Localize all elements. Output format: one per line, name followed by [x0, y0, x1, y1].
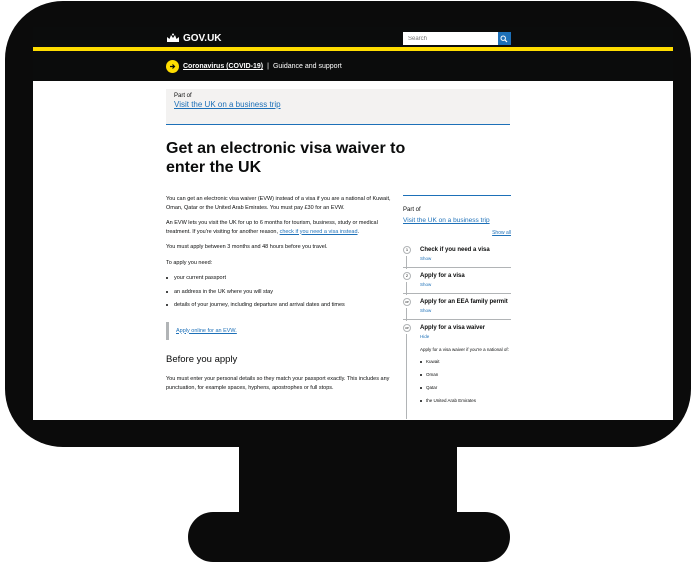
part-of-banner: Part of Visit the UK on a business trip	[166, 89, 510, 125]
step-connector	[406, 334, 407, 419]
nationality-list: Kuwait Oman Qatar the United Arab Emirat…	[420, 359, 511, 403]
govuk-logo[interactable]: GOV.UK	[166, 31, 222, 45]
section-heading: Before you apply	[166, 354, 238, 365]
check-visa-link[interactable]: check if you need a visa instead	[280, 229, 358, 235]
step-title[interactable]: Apply for an EEA family permit	[420, 298, 511, 306]
search-button[interactable]	[497, 32, 511, 45]
search-box	[403, 32, 511, 45]
timing-paragraph: You must apply between 3 months and 48 h…	[166, 244, 328, 250]
list-item: details of your journey, including depar…	[166, 301, 396, 310]
step-detail-text: Apply for a visa waiver if you're a nati…	[420, 347, 509, 352]
covid-link[interactable]: Coronavirus (COVID-19)	[183, 63, 263, 70]
requirements-intro: To apply you need:	[166, 259, 213, 266]
crown-icon	[167, 33, 179, 42]
section-paragraph: You must enter your personal details so …	[166, 376, 390, 391]
step-number: 1	[403, 246, 411, 254]
step-visa-waiver[interactable]: or Apply for a visa waiver Hide Apply fo…	[403, 319, 511, 419]
part-of-link[interactable]: Visit the UK on a business trip	[174, 100, 502, 109]
step-toggle[interactable]: Show	[420, 282, 511, 287]
monitor-stand	[188, 512, 510, 562]
list-item: the United Arab Emirates	[420, 398, 511, 403]
step-toggle[interactable]: Show	[420, 308, 511, 313]
list-item: Kuwait	[420, 359, 511, 364]
list-item: an address in the UK where you will stay	[166, 288, 396, 297]
step-title[interactable]: Check if you need a visa	[420, 246, 511, 254]
arrow-right-icon	[166, 60, 179, 73]
step-title[interactable]: Apply for a visa waiver	[420, 324, 511, 332]
step-number: 2	[403, 272, 411, 280]
list-item: Qatar	[420, 385, 511, 390]
apply-online-link[interactable]: Apply online for an EVW.	[176, 328, 237, 334]
main-content: You can get an electronic visa waiver (E…	[166, 195, 396, 399]
step-eea-permit[interactable]: or Apply for an EEA family permit Show	[403, 293, 511, 321]
sidebar-part-of-label: Part of	[403, 207, 421, 213]
list-item: your current passport	[166, 274, 396, 283]
requirements-list: your current passport an address in the …	[166, 274, 396, 310]
monitor-neck	[239, 438, 457, 518]
covid-banner: Coronavirus (COVID-19) | Guidance and su…	[33, 51, 673, 81]
show-all-toggle[interactable]: Show all	[403, 230, 511, 236]
step-or-marker: or	[403, 324, 411, 332]
part-of-label: Part of	[174, 93, 192, 99]
step-apply-visa[interactable]: 2 Apply for a visa Show	[403, 267, 511, 295]
step-check-visa[interactable]: 1 Check if you need a visa Show	[403, 242, 511, 269]
search-input[interactable]	[404, 33, 498, 44]
page-title: Get an electronic visa waiver to enter t…	[166, 140, 406, 176]
covid-separator: |	[267, 63, 269, 70]
paragraph-text: .	[357, 228, 360, 235]
covid-suffix: Guidance and support	[272, 63, 342, 70]
apply-inset: Apply online for an EVW.	[166, 321, 396, 340]
search-icon	[500, 35, 508, 42]
browser-viewport: GOV.UK Coronavirus (COVID-19) |	[33, 27, 673, 420]
step-or-marker: or	[403, 298, 411, 306]
govuk-header: GOV.UK	[33, 27, 673, 51]
step-list: 1 Check if you need a visa Show 2 Apply …	[403, 242, 511, 419]
step-toggle[interactable]: Show	[420, 256, 511, 261]
logo-text: GOV.UK	[183, 32, 222, 44]
evw-purpose-paragraph: An EVW lets you visit the UK for up to 6…	[166, 219, 396, 236]
step-by-step-sidebar: Part of Visit the UK on a business trip …	[403, 195, 511, 419]
step-title[interactable]: Apply for a visa	[420, 272, 511, 280]
sidebar-part-of-link[interactable]: Visit the UK on a business trip	[403, 217, 511, 224]
intro-paragraph: You can get an electronic visa waiver (E…	[166, 196, 391, 211]
list-item: Oman	[420, 372, 511, 377]
monitor-frame: GOV.UK Coronavirus (COVID-19) |	[5, 1, 691, 447]
step-toggle[interactable]: Hide	[420, 334, 511, 339]
